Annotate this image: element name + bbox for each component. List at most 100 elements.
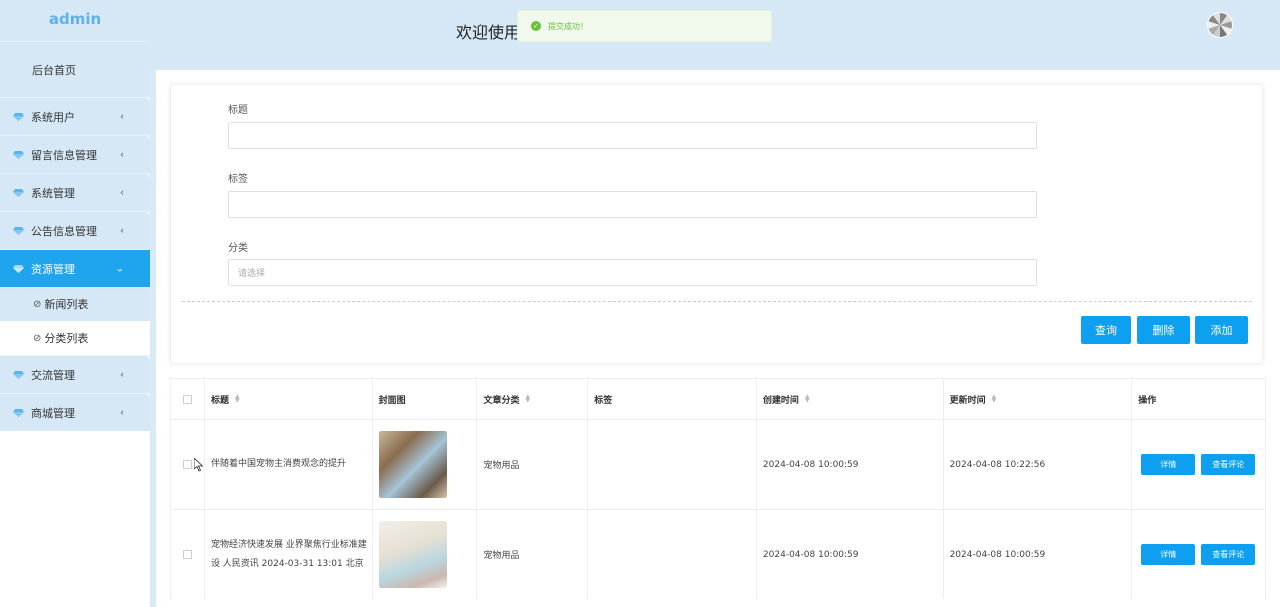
column-header-label: 标签 — [594, 395, 613, 406]
sidebar-item-message-management[interactable]: 留言信息管理 ‹ — [0, 135, 150, 173]
sort-icon[interactable]: ▲ ▼ — [992, 394, 997, 404]
sidebar-subitem-category-list[interactable]: ⊘ 分类列表 — [0, 321, 150, 355]
updated-cell: 2024-04-08 10:22:56 — [944, 420, 1133, 509]
chevron-left-icon: ‹ — [120, 149, 124, 160]
sort-icon[interactable]: ▲ ▼ — [235, 394, 240, 404]
add-button[interactable]: 添加 — [1195, 316, 1248, 344]
corner-decoration — [146, 212, 150, 216]
sidebar-item-label: 系统用户 — [31, 110, 75, 124]
row-checkbox[interactable] — [182, 460, 192, 469]
detail-button[interactable]: 详情 — [1141, 544, 1196, 565]
column-header-cover: 封面图 — [373, 379, 478, 419]
created-cell: 2024-04-08 10:00:59 — [757, 510, 944, 599]
sidebar-item-label: 公告信息管理 — [31, 224, 97, 238]
sidebar: admin 后台首页 系统用户 ‹ 留言信息管理 ‹ 系统管理 ‹ 公告信息管理… — [0, 0, 150, 607]
sidebar-item-resource-management[interactable]: 资源管理 ⌄ — [0, 249, 150, 287]
sidebar-item-system-management[interactable]: 系统管理 ‹ — [0, 173, 150, 211]
category-select[interactable]: 请选择 — [228, 259, 1037, 286]
cover-image[interactable] — [378, 521, 447, 588]
column-header-tag: 标签 — [588, 379, 757, 419]
sidebar-subitem-news-list[interactable]: ⊘ 新闻列表 — [0, 287, 150, 321]
sidebar-item-label: 交流管理 — [31, 368, 75, 382]
row-title: 宠物经济快速发展 业界聚焦行业标准建设 人民资讯 2024-03-31 13:0… — [210, 539, 367, 569]
title-cell: 伴随着中国宠物主消费观念的提升 — [205, 420, 373, 509]
delete-button[interactable]: 删除 — [1137, 316, 1190, 344]
logo-area: admin — [0, 0, 150, 41]
table-row: 伴随着中国宠物主消费观念的提升 宠物用品 2024-04-08 10:00:59… — [171, 419, 1265, 509]
diamond-icon — [13, 226, 24, 235]
corner-decoration — [146, 174, 150, 178]
check-circle-icon: ⊘ — [33, 332, 42, 344]
toast-message: 提交成功！ — [548, 21, 588, 31]
column-header-actions: 操作 — [1132, 379, 1265, 419]
form-divider — [182, 301, 1252, 302]
news-table: 标题 ▲ ▼ 封面图 文章分类 ▲ ▼ 标签 创建时间 ▲ ▼ 更新时间 ▲ ▼ 操作 伴随着中… — [170, 378, 1266, 599]
diamond-icon — [13, 188, 24, 197]
updated-cell: 2024-04-08 10:00:59 — [944, 510, 1133, 599]
table-row: 宠物经济快速发展 业界聚焦行业标准建设 人民资讯 2024-03-31 13:0… — [171, 509, 1265, 599]
row-select-cell — [171, 510, 205, 599]
welcome-text: 欢迎使用 — [456, 23, 521, 42]
sidebar-item-label: 系统管理 — [31, 186, 75, 200]
column-header-label: 操作 — [1138, 395, 1157, 406]
chevron-left-icon: ‹ — [120, 369, 124, 380]
chevron-down-icon: ⌄ — [115, 263, 124, 274]
sidebar-item-label: 资源管理 — [31, 262, 75, 276]
main-content: 标题 标签 分类 请选择 查询 删除 添加 标题 ▲ ▼ 封面图 文章分类 ▲ ▼ 标签… — [156, 70, 1280, 607]
table-header-row: 标题 ▲ ▼ 封面图 文章分类 ▲ ▼ 标签 创建时间 ▲ ▼ 更新时间 ▲ ▼ 操作 — [171, 378, 1265, 419]
user-avatar[interactable] — [1207, 12, 1233, 38]
row-checkbox[interactable] — [182, 550, 192, 559]
column-header-category[interactable]: 文章分类 ▲ ▼ — [477, 379, 589, 419]
column-header-created[interactable]: 创建时间 ▲ ▼ — [757, 379, 944, 419]
title-cell: 宠物经济快速发展 业界聚焦行业标准建设 人民资讯 2024-03-31 13:0… — [205, 510, 373, 599]
chevron-left-icon: ‹ — [120, 111, 124, 122]
diamond-icon — [13, 264, 24, 273]
column-header-label: 封面图 — [378, 395, 406, 406]
success-check-icon: ✓ — [531, 21, 541, 31]
corner-decoration — [146, 98, 150, 102]
sidebar-item-exchange-management[interactable]: 交流管理 ‹ — [0, 355, 150, 393]
cover-image[interactable] — [378, 431, 447, 498]
category-cell: 宠物用品 — [477, 420, 589, 509]
sidebar-subitem-label: 新闻列表 — [44, 298, 89, 311]
category-cell: 宠物用品 — [477, 510, 589, 599]
mouse-cursor-icon — [194, 458, 204, 472]
sidebar-item-notice-management[interactable]: 公告信息管理 ‹ — [0, 211, 150, 249]
column-header-updated[interactable]: 更新时间 ▲ ▼ — [944, 379, 1133, 419]
sidebar-item-home[interactable]: 后台首页 — [0, 41, 150, 97]
chevron-left-icon: ‹ — [120, 225, 124, 236]
check-circle-icon: ⊘ — [33, 298, 42, 310]
tag-cell — [588, 510, 757, 599]
row-title: 伴随着中国宠物主消费观念的提升 — [210, 459, 346, 469]
cover-cell — [373, 510, 478, 599]
success-toast: ✓ 提交成功！ — [517, 10, 772, 42]
column-header-label: 更新时间 — [949, 395, 986, 406]
tag-input[interactable] — [228, 191, 1037, 218]
sidebar-item-shop-management[interactable]: 商城管理 ‹ — [0, 393, 150, 431]
corner-decoration — [146, 394, 150, 398]
column-header-label: 标题 — [210, 395, 229, 406]
tag-field-label: 标签 — [228, 174, 248, 185]
diamond-icon — [13, 150, 24, 159]
column-header-title[interactable]: 标题 ▲ ▼ — [205, 379, 373, 419]
tag-cell — [588, 420, 757, 509]
detail-button[interactable]: 详情 — [1141, 454, 1196, 475]
sidebar-subitem-label: 分类列表 — [44, 332, 89, 345]
title-input[interactable] — [228, 122, 1037, 149]
view-comments-button[interactable]: 查看评论 — [1201, 454, 1256, 475]
view-comments-button[interactable]: 查看评论 — [1201, 544, 1256, 565]
select-all-checkbox[interactable] — [182, 394, 192, 404]
sort-icon[interactable]: ▲ ▼ — [525, 394, 530, 404]
created-cell: 2024-04-08 10:00:59 — [757, 420, 944, 509]
query-button[interactable]: 查询 — [1081, 316, 1131, 344]
sort-icon[interactable]: ▲ ▼ — [805, 394, 810, 404]
sidebar-item-system-users[interactable]: 系统用户 ‹ — [0, 97, 150, 135]
diamond-icon — [13, 370, 24, 379]
corner-decoration — [146, 356, 150, 360]
actions-cell: 详情 查看评论 — [1132, 510, 1265, 599]
diamond-icon — [13, 112, 24, 121]
column-header-label: 创建时间 — [762, 395, 799, 406]
corner-decoration — [146, 136, 150, 140]
diamond-icon — [13, 408, 24, 417]
cover-cell — [373, 420, 478, 509]
